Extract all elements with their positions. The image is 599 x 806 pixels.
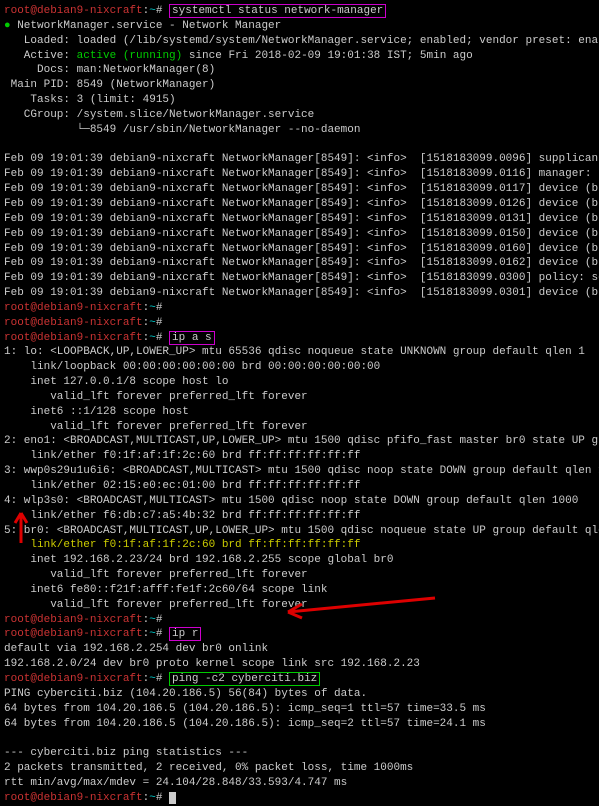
output: Loaded: loaded (/lib/systemd/system/Netw… [4,34,595,49]
output [4,731,595,746]
output: link/ether f0:1f:af:1f:2c:60 brd ff:ff:f… [4,449,595,464]
cmd-line[interactable]: root@debian9-nixcraft:~# [4,316,595,331]
output: inet6 fe80::f21f:afff:fe1f:2c60/64 scope… [4,583,595,598]
output: --- cyberciti.biz ping statistics --- [4,746,595,761]
output: └─8549 /usr/sbin/NetworkManager --no-dae… [4,123,595,138]
output: valid_lft forever preferred_lft forever [4,598,595,613]
cursor [169,792,176,804]
cmd-line[interactable]: root@debian9-nixcraft:~# [4,613,595,628]
log-line: Feb 09 19:01:39 debian9-nixcraft Network… [4,242,595,257]
log-line: Feb 09 19:01:39 debian9-nixcraft Network… [4,167,595,182]
log-line: Feb 09 19:01:39 debian9-nixcraft Network… [4,152,595,167]
log-line: Feb 09 19:01:39 debian9-nixcraft Network… [4,271,595,286]
terminal[interactable]: root@debian9-nixcraft:~# systemctl statu… [4,4,595,806]
output: PING cyberciti.biz (104.20.186.5) 56(84)… [4,687,595,702]
log-line: Feb 09 19:01:39 debian9-nixcraft Network… [4,286,595,301]
output: link/ether 02:15:e0:ec:01:00 brd ff:ff:f… [4,479,595,494]
output: inet6 ::1/128 scope host [4,405,595,420]
output: 2: eno1: <BROADCAST,MULTICAST,UP,LOWER_U… [4,434,595,449]
output: CGroup: /system.slice/NetworkManager.ser… [4,108,595,123]
output: link/ether f6:db:c7:a5:4b:32 brd ff:ff:f… [4,509,595,524]
output: ● NetworkManager.service - Network Manag… [4,19,595,34]
output: default via 192.168.2.254 dev br0 onlink [4,642,595,657]
output: 192.168.2.0/24 dev br0 proto kernel scop… [4,657,595,672]
output: 5: br0: <BROADCAST,MULTICAST,UP,LOWER_UP… [4,524,595,539]
cmd-line[interactable]: root@debian9-nixcraft:~# ping -c2 cyberc… [4,672,595,687]
output: 1: lo: <LOOPBACK,UP,LOWER_UP> mtu 65536 … [4,345,595,360]
log-line: Feb 09 19:01:39 debian9-nixcraft Network… [4,197,595,212]
output: 2 packets transmitted, 2 received, 0% pa… [4,761,595,776]
log-line: Feb 09 19:01:39 debian9-nixcraft Network… [4,212,595,227]
log-line: Feb 09 19:01:39 debian9-nixcraft Network… [4,227,595,242]
output: rtt min/avg/max/mdev = 24.104/28.848/33.… [4,776,595,791]
output: valid_lft forever preferred_lft forever [4,390,595,405]
log-line: Feb 09 19:01:39 debian9-nixcraft Network… [4,256,595,271]
output: 64 bytes from 104.20.186.5 (104.20.186.5… [4,702,595,717]
output: inet 192.168.2.23/24 brd 192.168.2.255 s… [4,553,595,568]
highlighted-line: link/ether f0:1f:af:1f:2c:60 brd ff:ff:f… [4,538,595,553]
output: 64 bytes from 104.20.186.5 (104.20.186.5… [4,717,595,732]
cmd-line[interactable]: root@debian9-nixcraft:~# [4,301,595,316]
output: link/loopback 00:00:00:00:00:00 brd 00:0… [4,360,595,375]
log-line: Feb 09 19:01:39 debian9-nixcraft Network… [4,182,595,197]
cmd-line[interactable]: root@debian9-nixcraft:~# [4,791,595,806]
cmd-line[interactable]: root@debian9-nixcraft:~# ip a s [4,331,595,346]
output: Tasks: 3 (limit: 4915) [4,93,595,108]
output: valid_lft forever preferred_lft forever [4,420,595,435]
output: Active: active (running) since Fri 2018-… [4,49,595,64]
output: 3: wwp0s29u1u6i6: <BROADCAST,MULTICAST> … [4,464,595,479]
cmd-line[interactable]: root@debian9-nixcraft:~# ip r [4,627,595,642]
output: Main PID: 8549 (NetworkManager) [4,78,595,93]
output: Docs: man:NetworkManager(8) [4,63,595,78]
cmd-line[interactable]: root@debian9-nixcraft:~# systemctl statu… [4,4,595,19]
output: inet 127.0.0.1/8 scope host lo [4,375,595,390]
output: valid_lft forever preferred_lft forever [4,568,595,583]
output: 4: wlp3s0: <BROADCAST,MULTICAST> mtu 150… [4,494,595,509]
